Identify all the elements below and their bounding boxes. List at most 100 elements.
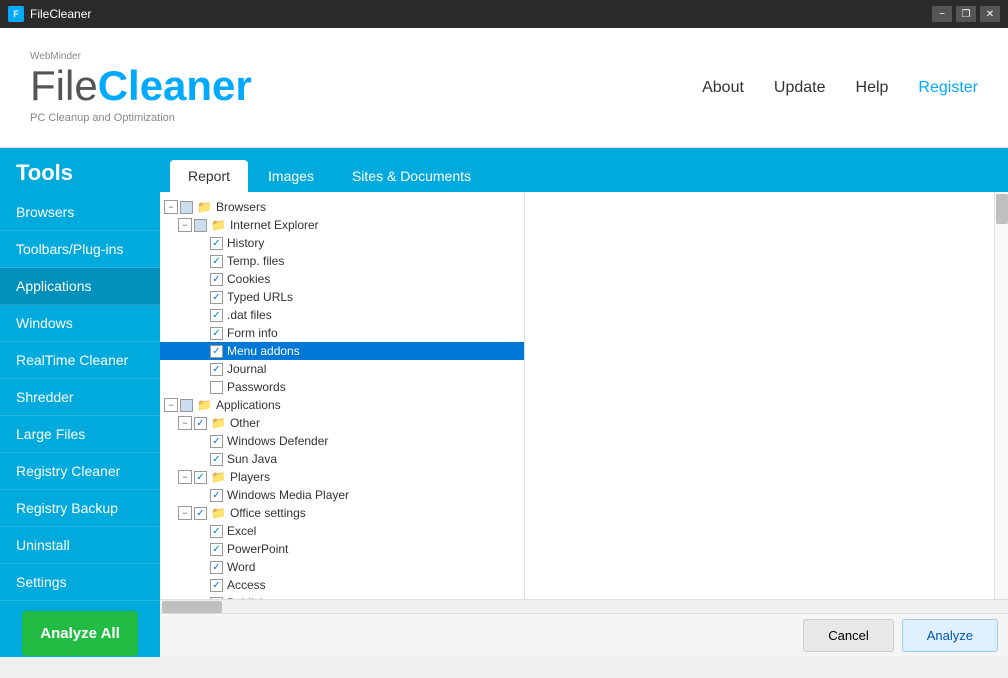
toggle-ie[interactable]: − [178, 218, 192, 232]
tree-node-ie-form[interactable]: Form info [160, 324, 524, 342]
sidebar-bottom: Analyze All [0, 601, 160, 678]
content-area: Report Images Sites & Documents − 📁 Brow… [160, 148, 1008, 657]
checkbox-access[interactable] [210, 579, 223, 592]
tree-node-ie-cookies[interactable]: Cookies [160, 270, 524, 288]
nav-about[interactable]: About [702, 79, 744, 97]
tab-report[interactable]: Report [170, 160, 248, 192]
tree-node-powerpoint[interactable]: PowerPoint [160, 540, 524, 558]
checkbox-ie[interactable] [194, 219, 207, 232]
checkbox-ie-temp[interactable] [210, 255, 223, 268]
tagline: PC Cleanup and Optimization [30, 112, 702, 124]
label-applications: Applications [216, 398, 281, 412]
nav-help[interactable]: Help [856, 79, 889, 97]
right-scrollbar[interactable] [994, 192, 1008, 599]
sidebar-item-shredder[interactable]: Shredder [0, 379, 160, 416]
toggle-other[interactable]: − [178, 416, 192, 430]
checkbox-ie-dat[interactable] [210, 309, 223, 322]
h-scrollbar-thumb [162, 601, 222, 613]
tree-node-ie[interactable]: − 📁 Internet Explorer [160, 216, 524, 234]
tree-node-wmp[interactable]: Windows Media Player [160, 486, 524, 504]
nav-register[interactable]: Register [918, 79, 978, 97]
label-ie-typed: Typed URLs [227, 290, 293, 304]
sidebar-item-browsers[interactable]: Browsers [0, 194, 160, 231]
toggle-applications[interactable]: − [164, 398, 178, 412]
tree-node-browsers[interactable]: − 📁 Browsers [160, 198, 524, 216]
tree-node-applications[interactable]: − 📁 Applications [160, 396, 524, 414]
sidebar-item-large-files[interactable]: Large Files [0, 416, 160, 453]
sidebar-item-registry-backup[interactable]: Registry Backup [0, 490, 160, 527]
tree-node-ie-temp[interactable]: Temp. files [160, 252, 524, 270]
toggle-browsers[interactable]: − [164, 200, 178, 214]
checkbox-publisher[interactable] [210, 597, 223, 600]
tree-node-access[interactable]: Access [160, 576, 524, 594]
sidebar-item-realtime[interactable]: RealTime Cleaner [0, 342, 160, 379]
sidebar: Tools Browsers Toolbars/Plug-ins Applica… [0, 148, 160, 657]
restore-button[interactable]: ❐ [956, 6, 976, 22]
cancel-button[interactable]: Cancel [803, 619, 893, 652]
minimize-button[interactable]: − [932, 6, 952, 22]
checkbox-ie-history[interactable] [210, 237, 223, 250]
tree-node-ie-journal[interactable]: Journal [160, 360, 524, 378]
checkbox-browsers[interactable] [180, 201, 193, 214]
tree-node-ie-typed[interactable]: Typed URLs [160, 288, 524, 306]
main-layout: Tools Browsers Toolbars/Plug-ins Applica… [0, 148, 1008, 657]
checkbox-office[interactable] [194, 507, 207, 520]
label-ie-journal: Journal [227, 362, 266, 376]
horizontal-scrollbar[interactable] [160, 599, 1008, 613]
checkbox-ie-form[interactable] [210, 327, 223, 340]
checkbox-excel[interactable] [210, 525, 223, 538]
checkbox-ie-journal[interactable] [210, 363, 223, 376]
sidebar-item-applications[interactable]: Applications [0, 268, 160, 305]
tab-sites-documents[interactable]: Sites & Documents [334, 160, 489, 192]
analyze-all-button[interactable]: Analyze All [22, 611, 138, 656]
tree-panel[interactable]: − 📁 Browsers − 📁 Internet Explorer [160, 192, 525, 599]
checkbox-win-defender[interactable] [210, 435, 223, 448]
tree-node-excel[interactable]: Excel [160, 522, 524, 540]
sidebar-title: Tools [0, 148, 160, 194]
checkbox-ie-cookies[interactable] [210, 273, 223, 286]
tree-node-ie-history[interactable]: History [160, 234, 524, 252]
label-ie-history: History [227, 236, 264, 250]
checkbox-powerpoint[interactable] [210, 543, 223, 556]
header: WebMinder File Cleaner PC Cleanup and Op… [0, 28, 1008, 148]
label-ie-menu: Menu addons [227, 344, 300, 358]
checkbox-applications[interactable] [180, 399, 193, 412]
toggle-office[interactable]: − [178, 506, 192, 520]
checkbox-players[interactable] [194, 471, 207, 484]
label-win-defender: Windows Defender [227, 434, 328, 448]
checkbox-ie-passwords[interactable] [210, 381, 223, 394]
label-ie-cookies: Cookies [227, 272, 270, 286]
sidebar-item-registry-cleaner[interactable]: Registry Cleaner [0, 453, 160, 490]
tree-node-win-defender[interactable]: Windows Defender [160, 432, 524, 450]
checkbox-ie-typed[interactable] [210, 291, 223, 304]
checkbox-ie-menu[interactable] [210, 345, 223, 358]
close-button[interactable]: ✕ [980, 6, 1000, 22]
tree-node-ie-passwords[interactable]: Passwords [160, 378, 524, 396]
folder-icon-office: 📁 [211, 506, 226, 520]
sidebar-item-uninstall[interactable]: Uninstall [0, 527, 160, 564]
tree-node-other[interactable]: − 📁 Other [160, 414, 524, 432]
analyze-button[interactable]: Analyze [902, 619, 998, 652]
sidebar-item-windows[interactable]: Windows [0, 305, 160, 342]
checkbox-word[interactable] [210, 561, 223, 574]
sidebar-item-settings[interactable]: Settings [0, 564, 160, 601]
checkbox-sun-java[interactable] [210, 453, 223, 466]
tree-node-players[interactable]: − 📁 Players [160, 468, 524, 486]
sidebar-item-toolbars[interactable]: Toolbars/Plug-ins [0, 231, 160, 268]
label-powerpoint: PowerPoint [227, 542, 288, 556]
logo-cleaner: Cleaner [98, 62, 252, 110]
label-ie-form: Form info [227, 326, 278, 340]
tab-images[interactable]: Images [250, 160, 332, 192]
folder-icon: 📁 [197, 200, 212, 214]
tree-node-ie-menu[interactable]: Menu addons [160, 342, 524, 360]
checkbox-other[interactable] [194, 417, 207, 430]
tree-node-word[interactable]: Word [160, 558, 524, 576]
tree-node-ie-dat[interactable]: .dat files [160, 306, 524, 324]
tree-node-publisher[interactable]: Publisher [160, 594, 524, 599]
toggle-players[interactable]: − [178, 470, 192, 484]
checkbox-wmp[interactable] [210, 489, 223, 502]
tree-node-office[interactable]: − 📁 Office settings [160, 504, 524, 522]
tree-content: − 📁 Browsers − 📁 Internet Explorer [160, 192, 1008, 599]
nav-update[interactable]: Update [774, 79, 826, 97]
tree-node-sun-java[interactable]: Sun Java [160, 450, 524, 468]
